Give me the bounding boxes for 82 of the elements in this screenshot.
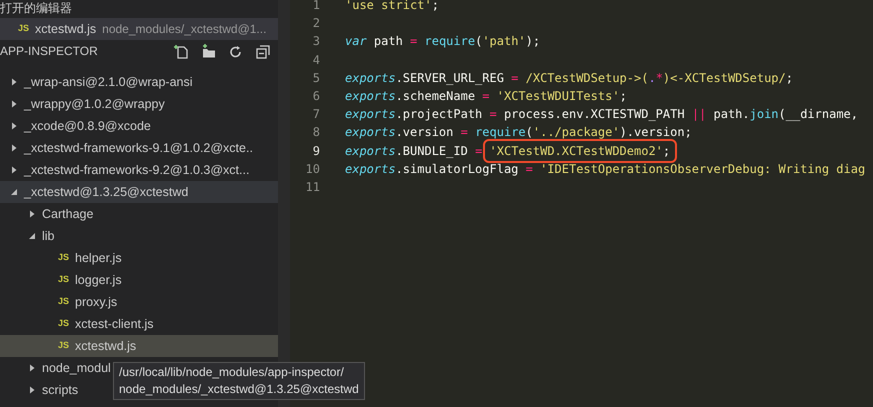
code-token: ).version; [620,124,692,142]
js-file-icon: JS [58,295,70,309]
code-token: .simulatorLogFlag [396,160,520,178]
code-token: 'use strict' [345,0,432,14]
code-token: exports [345,160,396,178]
code-token: exports [345,88,396,105]
code-token: .projectPath [396,106,484,124]
js-file-icon: JS [18,22,30,36]
code-token: .version [396,124,454,142]
item-label: xctestwd.js [75,338,136,355]
line-number: 8 [312,124,320,142]
code-token: .BUNDLE_ID [396,142,469,160]
code-token: ( [475,33,482,50]
code-token: exports [345,124,396,142]
item-label: node_modul [42,360,111,377]
code-token: = [526,160,533,178]
code-token: ; [432,0,439,14]
code-token: exports [345,106,396,124]
line-number: 3 [312,33,320,50]
line-number: 6 [312,88,320,105]
code-token: ; [662,144,670,158]
code-token: .schemeName [396,88,476,105]
item-label: helper.js [75,250,122,267]
line-number: 10 [304,160,320,178]
code-token: '../package' [532,124,620,142]
item-label: lib [42,228,55,245]
code-token: )<-XCTestWDSetup/ [662,70,786,87]
code-token: process.env.XCTESTWD_PATH [502,106,686,124]
item-label: proxy.js [75,294,118,311]
item-label: _xctestwd-frameworks-9.2@1.0.3@xct... [24,162,250,179]
code-token: ; [620,88,627,105]
item-label: Carthage [42,206,94,223]
code-token: .SERVER_URL_REG [396,70,505,87]
code-token: ( [526,124,533,142]
item-label: _xcode@0.8.9@xcode [24,118,151,135]
code-token: var [345,33,367,50]
code-token: exports [345,142,396,160]
code-token: 'path' [482,33,526,50]
code-token: 'XCTestWDUITests' [496,88,620,105]
code-token: . [648,70,656,87]
code-token: exports [345,70,396,87]
item-label: _wrap-ansi@2.1.0@wrap-ansi [24,74,193,91]
item-label: xctest-client.js [75,316,154,333]
file-name: xctestwd.js [35,20,96,38]
tooltip-line: /usr/local/lib/node_modules/app-inspector/ [119,364,345,381]
code-token: require [474,124,526,142]
code-token: * [656,70,663,87]
item-label: scripts [42,382,78,399]
code-token: ; [786,70,793,87]
file-path: node_modules/_xctestwd@1... [102,21,266,38]
js-file-icon: JS [58,339,70,353]
item-label: logger.js [75,272,122,289]
line-number: 5 [312,70,320,87]
code-token: join [750,106,779,124]
code-token: || [692,106,706,124]
code-token: /XCTestWDSetup->( [524,70,648,87]
js-file-icon: JS [58,251,70,265]
line-number: 11 [304,178,320,196]
tooltip-line: node_modules/_xctestwd@1.3.25@xctestwd [119,381,359,398]
item-label: _xctestwd-frameworks-9.1@1.0.2@xcte.. [24,140,253,157]
code-token: = [460,124,468,142]
code-token: = [475,142,484,160]
code-token: = [511,70,518,87]
line-number: 4 [312,52,320,69]
js-file-icon: JS [58,317,70,331]
item-label: _xctestwd@1.3.25@xctestwd [24,184,188,201]
code-token: = [490,106,497,124]
line-number: 9 [312,142,320,160]
code-token: path [372,33,404,50]
line-number: 1 [312,0,320,14]
code-token: (__dirname, [778,106,858,124]
code-token: require [424,33,476,50]
code-token: path. [712,106,750,124]
line-number: 2 [312,15,320,32]
code-token: = [482,88,490,105]
code-token: = [410,33,418,50]
item-label: _wrappy@1.0.2@wrappy [24,96,165,113]
code-token: 'XCTestWD.XCTestWDDemo2' [490,144,663,158]
code-token: 'IDETestOperationsObserverDebug: Writing diag [539,160,866,178]
code-token: ); [526,33,540,50]
js-file-icon: JS [58,273,70,287]
line-number: 7 [312,106,320,124]
